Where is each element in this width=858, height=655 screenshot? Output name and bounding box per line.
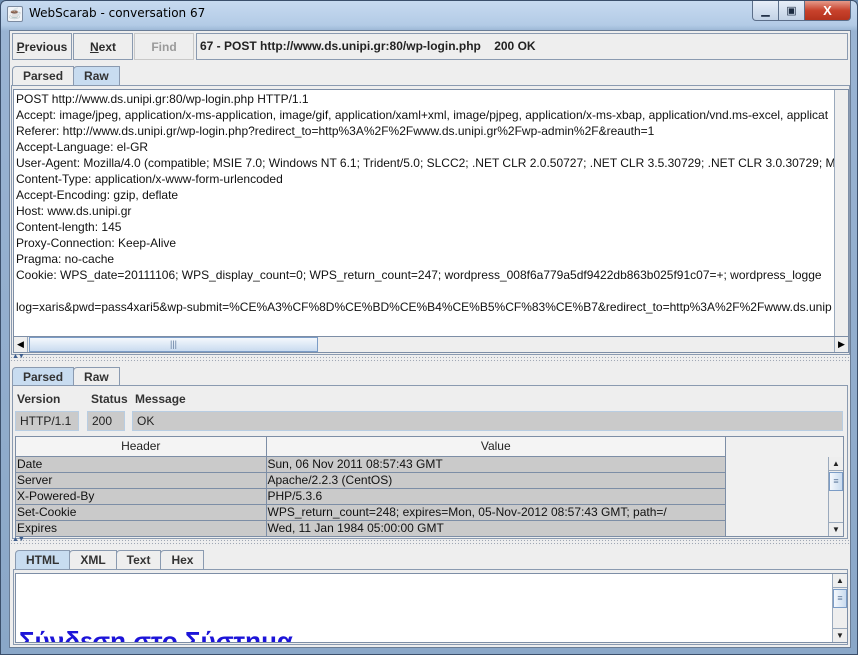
header-name-cell[interactable]: Server — [16, 472, 267, 489]
status-field[interactable]: 200 — [87, 411, 125, 431]
table-row[interactable]: Expires Wed, 11 Jan 1984 05:00:00 GMT — [16, 520, 726, 537]
application-window: ☕ WebScarab - conversation 67 ▁ ▣ X Prev… — [0, 0, 858, 655]
next-mnemonic: N — [89, 39, 99, 54]
tab-html[interactable]: HTML — [15, 550, 71, 569]
client-area: Previous Next Find 67 - POST http://www.… — [9, 30, 851, 648]
response-parsed-panel: Version Status Message HTTP/1.1 200 OK H… — [12, 385, 848, 539]
window-title: WebScarab - conversation 67 — [29, 6, 206, 20]
split-arrows-icon[interactable]: ▲▼ — [12, 536, 25, 543]
java-cup-icon: ☕ — [7, 6, 23, 22]
message-field[interactable]: OK — [132, 411, 843, 431]
maximize-button[interactable]: ▣ — [779, 1, 805, 21]
maximize-icon: ▣ — [786, 5, 797, 17]
tab-request-raw[interactable]: Raw — [73, 66, 120, 85]
tab-response-raw[interactable]: Raw — [73, 367, 120, 386]
raw-line: Pragma: no-cache — [16, 252, 115, 266]
scroll-down-icon[interactable]: ▼ — [829, 522, 843, 536]
previous-button[interactable]: Previous — [12, 33, 72, 60]
table-row[interactable]: Server Apache/2.2.3 (CentOS) — [16, 472, 726, 489]
split-pane-divider[interactable]: ▲▼ — [10, 353, 850, 363]
vertical-scroll-thumb[interactable]: ≡ — [829, 472, 843, 491]
toolbar: Previous Next Find 67 - POST http://www.… — [12, 33, 848, 61]
request-raw-text[interactable]: POST http://www.ds.unipi.gr:80/wp-login.… — [15, 91, 836, 335]
header-value-cell[interactable]: WPS_return_count=248; expires=Mon, 05-No… — [266, 504, 726, 521]
request-raw-view: POST http://www.ds.unipi.gr:80/wp-login.… — [13, 89, 849, 353]
html-vertical-scrollbar[interactable]: ▲ ≡ ▼ — [832, 574, 847, 642]
content-viewer: HTML XML Text Hex Σύνδεση στο Σύστημα ▲ … — [12, 545, 848, 645]
response-tabs: Parsed Raw — [12, 367, 120, 386]
raw-line: log=xaris&pwd=pass4xari5&wp-submit=%CE%A… — [16, 300, 832, 314]
header-value-cell[interactable]: PHP/5.3.6 — [266, 488, 726, 505]
html-render-view[interactable]: Σύνδεση στο Σύστημα ▲ ≡ ▼ — [15, 573, 848, 643]
find-button[interactable]: Find — [134, 33, 194, 60]
scroll-left-icon[interactable]: ◀ — [14, 337, 28, 352]
raw-line: Accept-Encoding: gzip, deflate — [16, 188, 179, 202]
version-label: Version — [17, 392, 61, 406]
raw-line: Cookie: WPS_date=20111106; WPS_display_c… — [16, 268, 822, 282]
previous-label: revious — [24, 39, 68, 54]
close-icon: X — [823, 3, 832, 18]
header-name-cell[interactable]: Expires — [16, 520, 267, 537]
message-label: Message — [135, 392, 186, 406]
tab-hex[interactable]: Hex — [160, 550, 205, 569]
next-label: ext — [98, 39, 116, 54]
vertical-scroll-thumb[interactable]: ≡ — [833, 589, 847, 608]
tab-request-parsed[interactable]: Parsed — [12, 66, 75, 85]
horizontal-scroll-thumb[interactable]: ||| — [29, 337, 318, 352]
request-tabs: Parsed Raw — [12, 66, 120, 85]
raw-line: Content-Type: application/x-www-form-url… — [16, 172, 283, 186]
header-value-cell[interactable]: Sun, 06 Nov 2011 08:57:43 GMT — [266, 456, 726, 473]
column-header-value[interactable]: Value — [266, 437, 726, 457]
conversation-selector[interactable]: 67 - POST http://www.ds.unipi.gr:80/wp-l… — [196, 33, 848, 60]
split-arrows-icon[interactable]: ▲▼ — [12, 353, 25, 360]
raw-line: Accept-Language: el-GR — [16, 140, 149, 154]
tab-response-parsed[interactable]: Parsed — [12, 367, 75, 386]
raw-line — [16, 283, 836, 299]
scroll-up-icon[interactable]: ▲ — [829, 457, 843, 471]
scroll-up-icon[interactable]: ▲ — [833, 574, 847, 588]
raw-line: Host: www.ds.unipi.gr — [16, 204, 132, 218]
content-tabs: HTML XML Text Hex — [15, 550, 205, 569]
response-headers-table: Header Value Date Sun, 06 Nov 2011 08:57:… — [15, 436, 844, 537]
raw-line: POST http://www.ds.unipi.gr:80/wp-login.… — [16, 92, 309, 106]
previous-mnemonic: P — [16, 39, 25, 54]
column-header-header[interactable]: Header — [16, 437, 267, 457]
scroll-right-icon[interactable]: ▶ — [834, 337, 848, 352]
tab-xml[interactable]: XML — [69, 550, 117, 569]
title-bar[interactable]: ☕ WebScarab - conversation 67 ▁ ▣ X — [1, 1, 857, 27]
request-vertical-scrollbar[interactable] — [834, 90, 848, 336]
tab-text[interactable]: Text — [115, 550, 162, 569]
status-label: Status — [91, 392, 128, 406]
raw-line: Referer: http://www.ds.unipi.gr/wp-login… — [16, 124, 655, 138]
version-field[interactable]: HTTP/1.1 — [15, 411, 79, 431]
headers-vertical-scrollbar[interactable]: ▲ ≡ ▼ — [828, 457, 843, 536]
minimize-icon: ▁ — [761, 5, 770, 17]
table-row[interactable]: Date Sun, 06 Nov 2011 08:57:43 GMT — [16, 456, 726, 473]
header-name-cell[interactable]: Date — [16, 456, 267, 473]
header-name-cell[interactable]: Set-Cookie — [16, 504, 267, 521]
next-button[interactable]: Next — [73, 33, 133, 60]
minimize-button[interactable]: ▁ — [752, 1, 779, 21]
raw-line: Accept: image/jpeg, application/x-ms-app… — [16, 108, 829, 122]
header-value-cell[interactable]: Wed, 11 Jan 1984 05:00:00 GMT — [266, 520, 726, 537]
raw-line: User-Agent: Mozilla/4.0 (compatible; MSI… — [16, 156, 836, 170]
request-horizontal-scrollbar[interactable]: ◀ ||| ▶ — [14, 336, 848, 352]
table-row[interactable]: X-Powered-By PHP/5.3.6 — [16, 488, 726, 505]
scroll-down-icon[interactable]: ▼ — [833, 628, 847, 642]
table-row[interactable]: Set-Cookie WPS_return_count=248; expires=… — [16, 504, 726, 521]
close-button[interactable]: X — [805, 1, 851, 21]
header-name-cell[interactable]: X-Powered-By — [16, 488, 267, 505]
page-heading: Σύνδεση στο Σύστημα — [19, 626, 293, 643]
raw-line: Content-length: 145 — [16, 220, 122, 234]
raw-line: Proxy-Connection: Keep-Alive — [16, 236, 177, 250]
header-value-cell[interactable]: Apache/2.2.3 (CentOS) — [266, 472, 726, 489]
